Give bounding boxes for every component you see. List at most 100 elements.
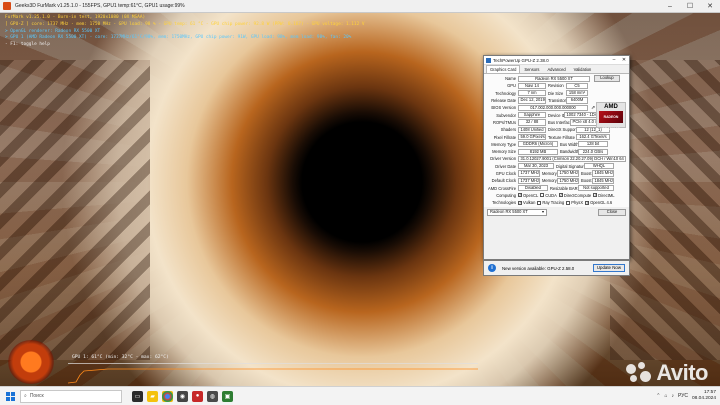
vulkan-checkbox[interactable]: ✓ Vulkan [518,200,535,205]
bus-width-value[interactable]: 128 bit [578,141,608,148]
default-boost-value[interactable]: 1845 MHz [592,177,614,184]
close-button[interactable]: ✕ [700,0,720,13]
gpuz-title: TechPowerUp GPU-Z 2.38.0 [493,57,549,63]
taskbar-search[interactable]: ⌕ Поиск [20,389,122,403]
gpu-temp-label: GPU 1: 61°C (min: 32°C - max: 62°C) [72,355,169,360]
clock-date: 08.04.2024 [691,396,716,401]
row-memory-type: Memory Type GDDR6 (Micron) Bus Width 128… [486,141,627,148]
taskbar: ⌕ Поиск ▭ ▰ ◉ ● ◍ ▣ ⌃ ⌂ ♪ РУС 17:57 08.0… [0,386,720,405]
lookup-button[interactable]: Lookup [594,75,620,82]
bandwidth-value[interactable]: 224.0 GB/s [578,148,608,155]
update-now-button[interactable]: Update Now [592,264,625,272]
rops-value[interactable]: 32 / 88 [518,119,546,126]
memory-type-value[interactable]: GDDR6 (Micron) [518,141,558,148]
default-clock-value[interactable]: 1737 MHz [518,177,540,184]
tab-validation[interactable]: Validation [570,65,596,73]
chrome-icon[interactable] [162,390,173,402]
resizable-bar-value[interactable]: Not supported [578,185,614,192]
name-value[interactable]: Radeon RX 5500 XT [518,75,590,82]
gpu-temp-graph: GPU 1: 61°C (min: 32°C - max: 62°C) [62,353,482,385]
tab-advanced[interactable]: Advanced [543,65,569,73]
gpuz-titlebar: TechPowerUp GPU-Z 2.38.0 – ✕ [484,56,629,65]
network-icon[interactable]: ⌂ [664,393,667,399]
opengl-checkbox[interactable]: ✓ OpenGL 4.6 [585,200,612,205]
row-gpu: GPU Navi 14 Revision C5 [486,82,627,90]
technology-value[interactable]: 7 nm [518,90,546,97]
transistors-value[interactable]: 6400M [566,97,588,104]
app-icon[interactable]: ◉ [177,390,188,402]
tab-graphics-card[interactable]: Graphics Card [486,65,521,73]
overlay-line: > GPU 1 (AMD Radeon RX 5500 XT) - core: … [5,35,352,41]
furmark-logo [8,340,54,384]
update-message: New version available: GPU-Z 2.58.0 [502,265,575,271]
info-icon: i [488,264,496,272]
boost-clock-value[interactable]: 1845 MHz [592,170,614,177]
graph-baseline [68,363,478,364]
row-computing: Computing ✓ OpenCL CUDA ✓ DirectCompute ✓ D… [496,192,615,198]
row-memory-size: Memory Size 8192 MB Bandwidth 224.0 GB/s [486,148,627,155]
cuda-checkbox[interactable]: CUDA [540,193,557,198]
row-driver-version: Driver Version 31.0.12027.9001 (Crimson … [486,155,627,162]
tab-sensors[interactable]: Sensors [520,65,543,73]
crossfire-value[interactable]: Disabled [518,185,548,192]
search-icon: ⌕ [24,393,27,399]
subvendor-value[interactable]: Sapphire [518,112,546,119]
file-explorer-icon[interactable]: ▰ [147,390,158,402]
row-technologies: Technologies ✓ Vulkan Ray Tracing PhysX ✓… [492,199,613,206]
gpuz-app-icon [486,57,491,63]
avito-watermark: Avito [626,360,708,386]
chevron-up-icon[interactable]: ⌃ [656,393,660,399]
opencl-checkbox[interactable]: ✓ OpenCL [518,193,538,198]
revision-value[interactable]: C5 [566,82,588,90]
close-button[interactable]: Close [598,209,626,216]
furmark-title: Geeks3D FurMark v1.25.1.0 - 155FPS, GPU1… [15,3,185,9]
ray-tracing-checkbox[interactable]: Ray Tracing [537,200,564,205]
directml-checkbox[interactable]: ✓ DirectML [593,193,615,198]
die-size-value[interactable]: 158 mm² [566,90,588,97]
shaders-value[interactable]: 1408 Unified [518,126,546,133]
maximize-button[interactable]: ☐ [680,0,700,13]
physx-checkbox[interactable]: PhysX [566,200,583,205]
gpu-clock-value[interactable]: 1737 MHz [518,170,540,177]
release-date-value[interactable]: Dec 12, 2019 [518,97,546,104]
gpuz-minimize-button[interactable]: – [609,57,619,63]
furmark-app-icon [3,2,11,10]
driver-date-value[interactable]: Mar 30, 2023 [518,163,554,170]
gpuz-close-button[interactable]: ✕ [619,57,629,63]
furmark-taskbar-icon[interactable]: ● [192,390,203,402]
digital-signature-value[interactable]: WHQL [584,163,614,170]
chevron-down-icon: ▾ [541,209,544,215]
minimize-button[interactable]: – [660,0,680,13]
system-tray: ⌃ ⌂ ♪ РУС 17:57 08.04.2024 [656,390,720,402]
update-notification: i New version available: GPU-Z 2.58.0 Up… [483,260,630,276]
pixel-fillrate-value[interactable]: 59.0 GPixel/s [518,133,546,141]
row-name: Name Radeon RX 5500 XT Lookup [486,75,627,82]
memory-size-value[interactable]: 8192 MB [518,148,558,155]
avito-logo-icon [626,362,652,384]
directcompute-checkbox[interactable]: ✓ DirectCompute [558,193,591,198]
row-gpu-clock: GPU Clock 1737 MHz Memory 1750 MHz Boost… [495,170,614,177]
gpuz-tabs: Graphics Card Sensors Advanced Validatio… [484,65,629,74]
gpu-value[interactable]: Navi 14 [518,82,546,90]
app-icon[interactable]: ◍ [207,390,218,402]
language-indicator[interactable]: РУС [678,393,688,399]
driver-version-value[interactable]: 31.0.12027.9001 (Crimson 22.20.27.09) DC… [518,155,626,162]
bios-value[interactable]: 017.002.000.000.000000 [518,104,588,111]
temp-curve [68,368,478,384]
avito-wordmark: Avito [656,360,708,385]
gpuz-body: AMD RADEON GRAPHICS Name Radeon RX 5500 … [484,74,629,208]
volume-icon[interactable]: ♪ [671,393,674,399]
gpu-select-dropdown[interactable]: Radeon RX 5500 XT ▾ [487,209,547,216]
memory-clock-value[interactable]: 1750 MHz [557,170,579,177]
furmark-titlebar: Geeks3D FurMark v1.25.1.0 - 155FPS, GPU1… [0,0,720,13]
taskbar-apps: ▭ ▰ ◉ ● ◍ ▣ [132,390,233,402]
gpuz-window: TechPowerUp GPU-Z 2.38.0 – ✕ Graphics Ca… [483,55,630,260]
clock[interactable]: 17:57 08.04.2024 [692,390,716,402]
default-memory-value[interactable]: 1750 MHz [557,177,579,184]
task-view-icon[interactable]: ▭ [132,390,143,402]
share-icon[interactable]: ⇗ [591,105,595,111]
row-technology: Technology 7 nm Die Size 158 mm² [486,90,627,97]
start-button[interactable] [0,387,20,405]
gpuz-footer: Radeon RX 5500 XT ▾ Close [484,207,629,218]
gpuz-taskbar-icon[interactable]: ▣ [222,390,233,402]
